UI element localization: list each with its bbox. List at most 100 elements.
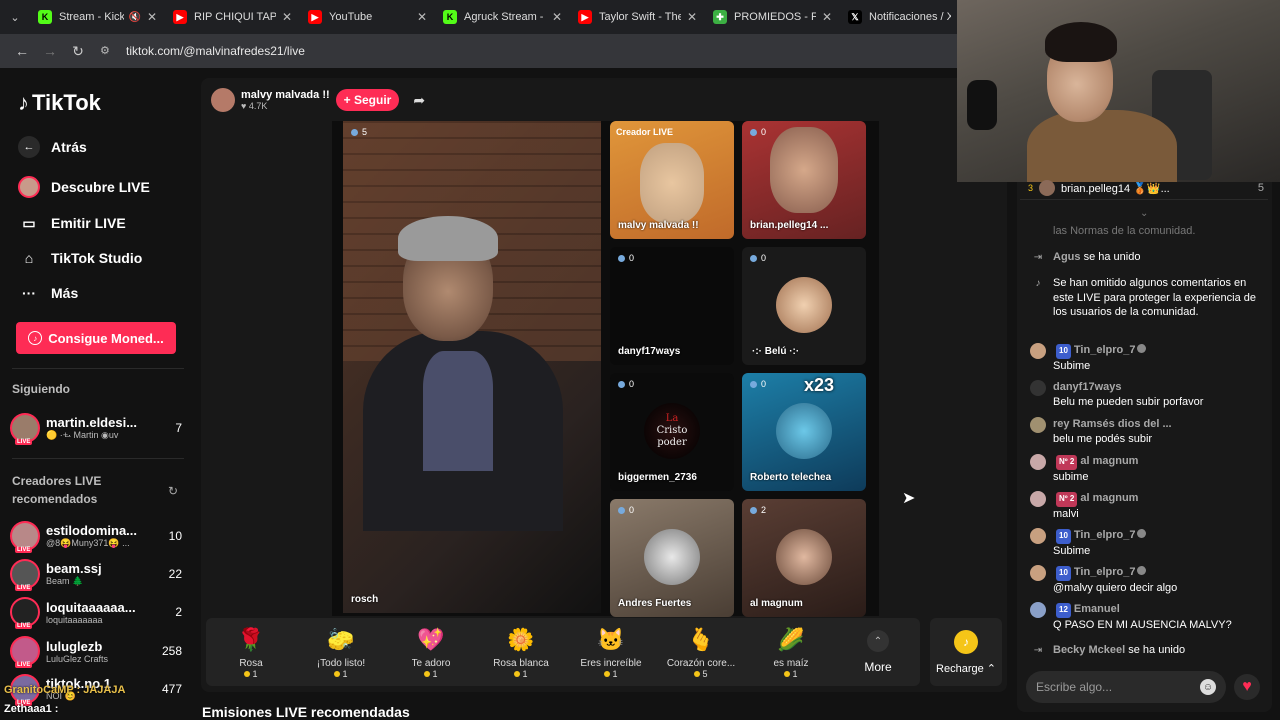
guest-tile[interactable]: Creador LIVE malvy malvada !! xyxy=(610,121,734,239)
gift-item[interactable]: 🌹 Rosa 1 xyxy=(206,618,296,686)
url-field[interactable]: ⚙ tiktok.com/@malvinafredes21/live xyxy=(100,44,305,58)
studio-icon: ⌂ xyxy=(24,250,34,266)
nav-discover-live[interactable]: Descubre LIVE xyxy=(18,176,150,198)
chat-input[interactable]: Escribe algo... ☺ xyxy=(1026,671,1226,703)
chat-username[interactable]: Tin_elpro_7 xyxy=(1074,566,1136,578)
recommended-creator-item[interactable]: estilodomina... @8😝Muny371😝 ... 10 xyxy=(10,519,182,553)
back-arrow-icon[interactable]: ← xyxy=(8,43,36,59)
follow-button[interactable]: + Seguir xyxy=(335,89,400,111)
guest-name: danyf17ways xyxy=(618,346,681,357)
nav-more[interactable]: ··· Más xyxy=(18,282,78,304)
recommended-creator-item[interactable]: beam.ssj Beam 🌲 22 xyxy=(10,557,182,591)
avatar xyxy=(10,521,40,553)
forward-arrow-icon[interactable]: → xyxy=(36,43,64,59)
avatar[interactable] xyxy=(1030,417,1046,433)
nav-back[interactable]: ← Atrás xyxy=(18,136,87,158)
tiktok-logo[interactable]: ♪ TikTok xyxy=(18,90,101,116)
chat-username[interactable]: al magnum xyxy=(1080,492,1138,504)
chat-username[interactable]: Becky Mckeel xyxy=(1053,644,1125,656)
host-name[interactable]: malvy malvada !! xyxy=(241,89,330,101)
gift-name: Eres increíble xyxy=(580,657,642,669)
more-gifts-button[interactable]: ⌃ More xyxy=(836,618,920,686)
following-creator-item[interactable]: martin.eldesi... 🟡 ·+̶· Martin ◉uv 7 xyxy=(10,411,182,445)
guest-tile[interactable]: 0 danyf17ways xyxy=(610,247,734,365)
browser-tab[interactable]: K Agruck Stream - V ✕ xyxy=(435,0,570,34)
guest-name: rosch xyxy=(351,594,379,605)
close-icon[interactable]: ✕ xyxy=(282,10,292,24)
close-icon[interactable]: ✕ xyxy=(822,10,832,24)
nav-go-live[interactable]: ▭ Emitir LIVE xyxy=(18,212,125,234)
close-icon[interactable]: ✕ xyxy=(687,10,697,24)
close-icon[interactable]: ✕ xyxy=(552,10,562,24)
streamer-hair xyxy=(1045,22,1117,62)
gift-icon: 🌹 xyxy=(237,626,265,652)
chat-username[interactable]: Tin_elpro_7 xyxy=(1074,529,1136,541)
browser-tab[interactable]: K Stream - Kick 🔇 ✕ xyxy=(30,0,165,34)
avatar[interactable] xyxy=(1030,491,1046,507)
top-viewer-row[interactable]: 3 brian.pelleg14 🥉👑... 5 xyxy=(1028,180,1264,196)
chat-username[interactable]: Emanuel xyxy=(1074,603,1120,615)
viewer-dot-icon xyxy=(750,506,757,514)
browser-tab[interactable]: ▶ RIP CHIQUI TAPIA ✕ xyxy=(165,0,300,34)
chat-message: 10 Tin_elpro_7 @malvy quiero decir algo xyxy=(1030,565,1260,595)
level-badge: 10 xyxy=(1056,344,1071,359)
avatar[interactable] xyxy=(1030,602,1046,618)
chat-username[interactable]: al magnum xyxy=(1080,455,1138,467)
chat-username[interactable]: danyf17ways xyxy=(1053,381,1121,393)
gift-item[interactable]: 💖 Te adoro 1 xyxy=(386,618,476,686)
gift-bar: 🌹 Rosa 1 🧽 ¡Todo listo! 1 💖 Te adoro 1 🌼 Rosa blan… xyxy=(206,618,920,686)
recharge-button[interactable]: ♪ Recharge ⌃ xyxy=(930,618,1002,686)
guest-tile[interactable]: 0 Andres Fuertes xyxy=(610,499,734,617)
host-bar: malvy malvada !! ♥ 4.7K + Seguir ➦ xyxy=(211,88,425,112)
guest-name: Andres Fuertes xyxy=(618,598,692,609)
browser-tab[interactable]: ▶ YouTube ✕ xyxy=(300,0,435,34)
avatar[interactable] xyxy=(1030,454,1046,470)
browser-tab[interactable]: ▶ Taylor Swift - The ✕ xyxy=(570,0,705,34)
tab-title: Agruck Stream - V xyxy=(464,11,546,23)
main-guest-video[interactable]: 5 rosch xyxy=(343,121,601,613)
chat-username[interactable]: Agus xyxy=(1053,251,1081,263)
guest-avatar xyxy=(776,529,832,585)
guest-tile[interactable]: 0 brian.pelleg14 ... xyxy=(742,121,866,239)
chat-username[interactable]: Tin_elpro_7 xyxy=(1074,344,1136,356)
avatar[interactable] xyxy=(1030,528,1046,544)
close-icon[interactable]: ✕ xyxy=(147,10,157,24)
browser-tab[interactable]: ✚ PROMIEDOS - Fut ✕ xyxy=(705,0,840,34)
gift-item[interactable]: 🐱 Eres increíble 1 xyxy=(566,618,656,686)
avatar[interactable] xyxy=(1030,565,1046,581)
like-heart-button[interactable]: ♥ xyxy=(1234,674,1260,700)
recommended-creator-item[interactable]: luluglezb LuluGlez Crafts 258 xyxy=(10,634,182,668)
divider xyxy=(12,458,184,459)
share-icon[interactable]: ➦ xyxy=(413,92,425,109)
url-text[interactable]: tiktok.com/@malvinafredes21/live xyxy=(126,44,305,58)
chat-username[interactable]: rey Ramsés dios del ... xyxy=(1053,418,1172,430)
guest-tile[interactable]: 0 ·:· Belú ·:· xyxy=(742,247,866,365)
emoji-icon[interactable]: ☺ xyxy=(1200,679,1216,695)
refresh-icon[interactable]: ↻ xyxy=(168,484,178,498)
reload-icon[interactable]: ↻ xyxy=(64,43,92,60)
muted-speaker-icon[interactable]: 🔇 xyxy=(128,12,140,23)
coin-icon: ♪ xyxy=(954,629,978,654)
recommended-creator-item[interactable]: loquitaaaaaa... loquitaaaaaaa 2 xyxy=(10,595,182,629)
gift-name: ¡Todo listo! xyxy=(316,657,366,669)
nav-tiktok-studio[interactable]: ⌂ TikTok Studio xyxy=(18,247,143,269)
gift-price-value: 1 xyxy=(522,668,528,679)
guest-tile[interactable]: La Cristo poder 0 biggermen_2736 xyxy=(610,373,734,491)
get-coins-button[interactable]: ♪ Consigue Moned... xyxy=(16,322,176,354)
gift-item[interactable]: 🧽 ¡Todo listo! 1 xyxy=(296,618,386,686)
site-info-icon[interactable]: ⚙ xyxy=(100,44,118,58)
close-icon[interactable]: ✕ xyxy=(417,10,427,24)
gift-item[interactable]: 🌼 Rosa blanca 1 xyxy=(476,618,566,686)
gift-item[interactable]: 🌽 es maíz 1 xyxy=(746,618,836,686)
chevron-down-icon[interactable]: ⌄ xyxy=(1140,208,1148,219)
guest-tile[interactable]: 2 al magnum xyxy=(742,499,866,617)
host-avatar[interactable] xyxy=(211,88,235,112)
tab-search-chevron-icon[interactable]: ⌄ xyxy=(0,0,30,34)
browser-tab[interactable]: 𝕏Notificaciones / X✕ xyxy=(840,0,975,34)
viewer-dot-icon xyxy=(618,380,625,388)
avatar[interactable] xyxy=(1030,343,1046,359)
avatar[interactable] xyxy=(1030,380,1046,396)
gift-item[interactable]: 🫰 Corazón core... 5 xyxy=(656,618,746,686)
chat-message: rey Ramsés dios del ... belu me podés sub… xyxy=(1030,417,1260,446)
guest-tile[interactable]: x23 0 Roberto telechea xyxy=(742,373,866,491)
